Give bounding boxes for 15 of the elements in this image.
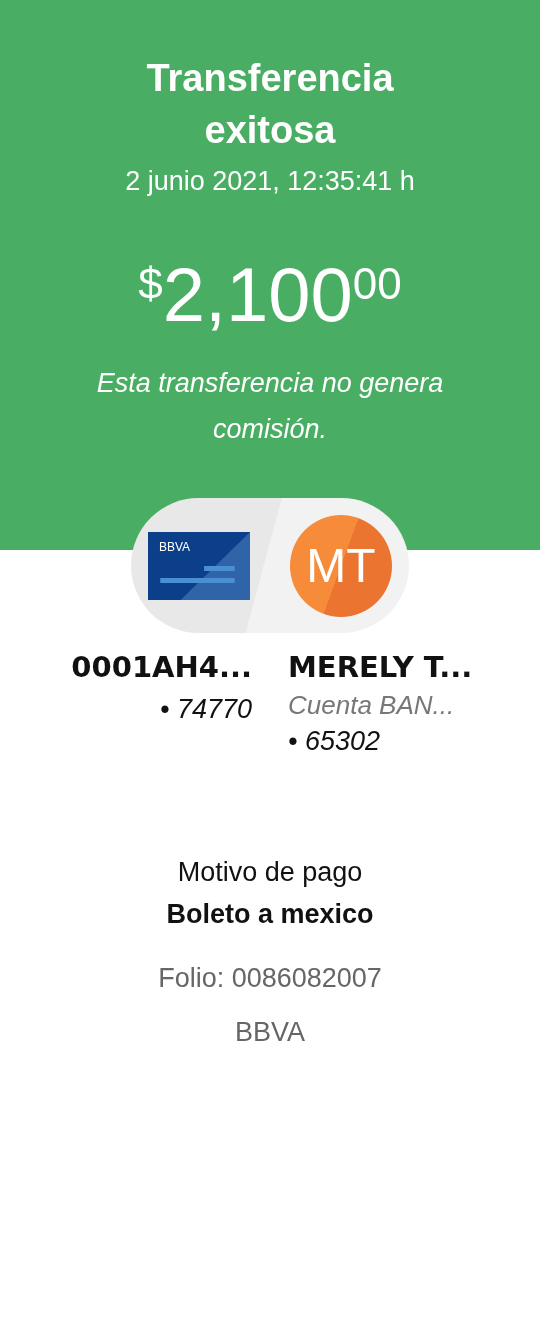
folio-number: Folio: 0086082007 [157, 962, 383, 995]
origin-account-name: 0001AH4... [70, 649, 252, 686]
contact-avatar: MT [290, 514, 392, 617]
transfer-date: 2 junio 2021, 12:35:41 h [124, 166, 416, 197]
recipient-account-type: Cuenta BAN... [288, 689, 456, 722]
commission-note: Esta transferencia no genera comisión. [95, 367, 445, 446]
screen-title: Transferencia exitosa [145, 56, 395, 153]
payment-reason-label: Motivo de pago [176, 856, 364, 889]
transfer-amount: $^{$}$2,100$^{00}$ [137, 251, 403, 339]
bank-name: BBVA [234, 1016, 306, 1049]
recipient-account-number: • 65302 [288, 725, 382, 758]
bank-logo-text: BBVA [159, 539, 191, 554]
payment-reason-value: Boleto a mexico [165, 898, 375, 931]
origin-account-number: • 74770 [158, 693, 252, 726]
recipient-name: MERELY T... [288, 649, 474, 686]
